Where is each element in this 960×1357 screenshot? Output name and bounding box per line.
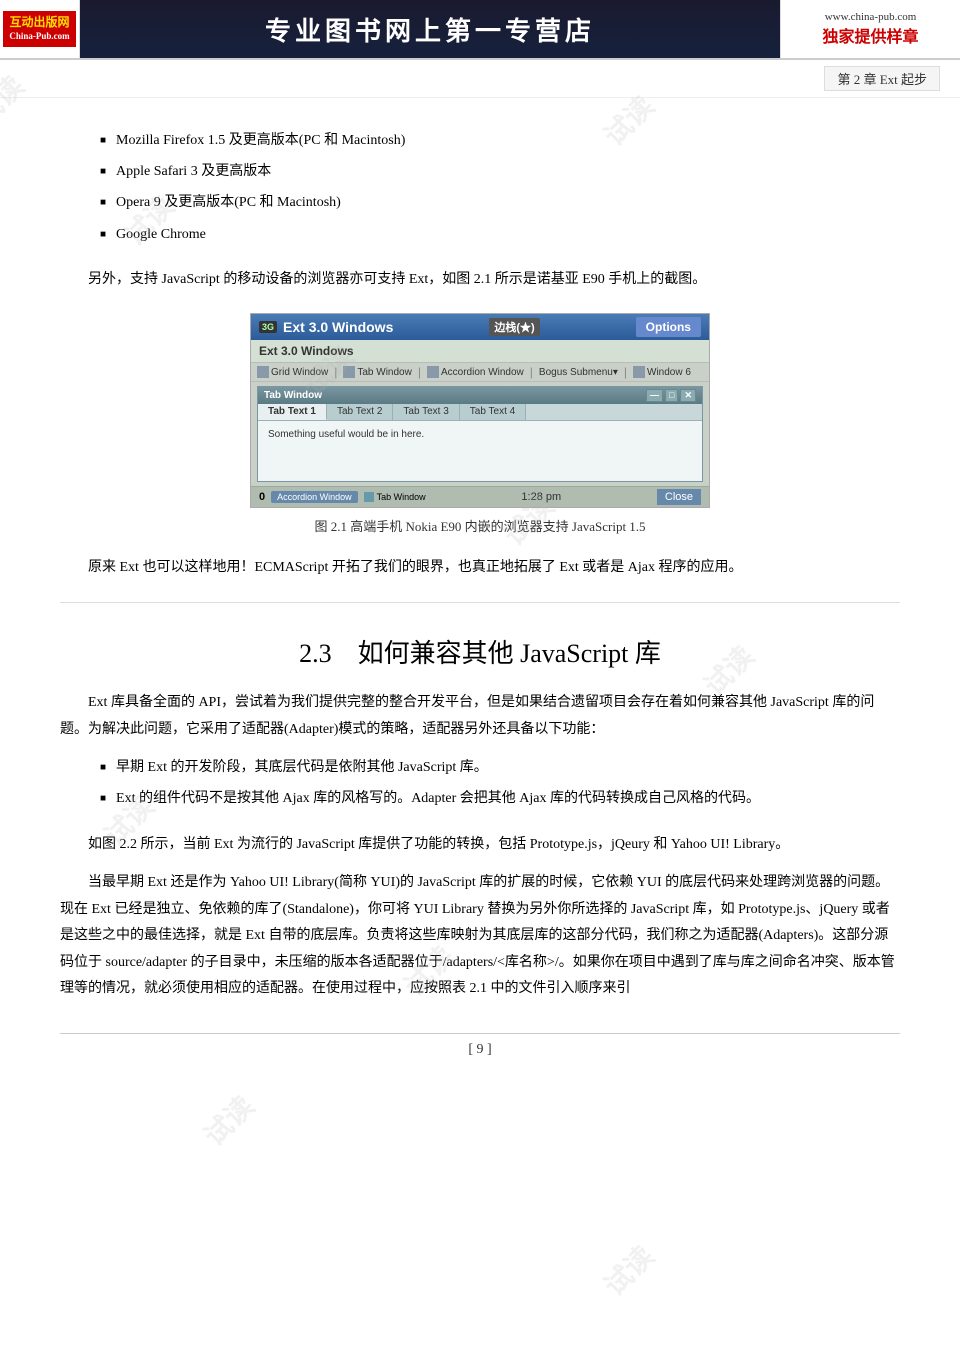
- header-title-text: 专业图书网上第一专营店: [265, 11, 595, 48]
- ss-accordion-btn: Accordion Window: [271, 491, 358, 503]
- ss-tabwin-controls: — □ ✕: [646, 389, 696, 402]
- ss-signal: 边栈(★): [489, 318, 539, 336]
- adapter-list: 早期 Ext 的开发阶段，其底层代码是依附其他 JavaScript 库。 Ex…: [100, 755, 900, 811]
- ss-time: 1:28 pm: [521, 491, 561, 503]
- ss-tabs: Tab Text 1 Tab Text 2 Tab Text 3 Tab Tex…: [258, 404, 702, 421]
- ss-titlebar: 3G Ext 3.0 Windows 边栈(★) Options: [251, 314, 709, 340]
- figure-caption: 图 2.1 高端手机 Nokia E90 内嵌的浏览器支持 JavaScript…: [314, 516, 645, 535]
- ss-menubar: Grid Window | Tab Window | Accordion Win…: [251, 363, 709, 382]
- paragraph-2: 原来 Ext 也可以这样地用！ECMAScript 开拓了我们的眼界，也真正地拓…: [60, 555, 900, 582]
- page-header: 互动出版网 China-Pub.com 专业图书网上第一专营店 www.chin…: [0, 0, 960, 60]
- paragraph-5: 当最早期 Ext 还是作为 Yahoo UI! Library(简称 YUI)的…: [60, 870, 900, 1003]
- ss-tab-4: Tab Text 4: [460, 404, 526, 420]
- chapter-label: 第 2 章 Ext 起步: [824, 66, 940, 91]
- window6-icon: [633, 366, 645, 378]
- screenshot-box: 3G Ext 3.0 Windows 边栈(★) Options Ext 3.0…: [250, 313, 710, 508]
- ss-menu-tab: Tab Window: [343, 366, 411, 378]
- paragraph-4: 如图 2.2 所示，当前 Ext 为流行的 JavaScript 库提供了功能的…: [60, 832, 900, 859]
- paragraph-3: Ext 库具备全面的 API，尝试着为我们提供完整的整合开发平台，但是如果结合遗…: [60, 690, 900, 743]
- ss-bottom-bar: 0 Accordion Window Tab Window 1:28 pm Cl…: [251, 486, 709, 507]
- header-right-area: www.china-pub.com 独家提供样章: [780, 0, 960, 58]
- list-item: Google Chrome: [100, 222, 900, 247]
- ss-tab-3: Tab Text 3: [393, 404, 459, 420]
- section-divider: [60, 602, 900, 603]
- list-item: Ext 的组件代码不是按其他 Ajax 库的风格写的。Adapter 会把其他 …: [100, 786, 900, 811]
- ss-tab-2: Tab Text 2: [327, 404, 393, 420]
- browser-list: Mozilla Firefox 1.5 及更高版本(PC 和 Macintosh…: [100, 128, 900, 247]
- ss-close-btn: Close: [657, 489, 701, 505]
- ss-menu-window6: Window 6: [633, 366, 691, 378]
- logo-top-text: 互动出版网: [9, 15, 69, 31]
- section-number: 2.3: [299, 639, 332, 668]
- tab-icon: [343, 366, 355, 378]
- watermark-text-10: 试读: [594, 1236, 662, 1304]
- page-number: [ 9 ]: [60, 1033, 900, 1058]
- accordion-icon: [427, 366, 439, 378]
- ss-3g-badge: 3G: [259, 321, 277, 333]
- list-item: Opera 9 及更高版本(PC 和 Macintosh): [100, 190, 900, 215]
- chapter-bar: 第 2 章 Ext 起步: [0, 60, 960, 98]
- ss-titlebar-title: Ext 3.0 Windows: [283, 319, 393, 335]
- logo-box: 互动出版网 China-Pub.com: [3, 11, 75, 46]
- list-item: Apple Safari 3 及更高版本: [100, 159, 900, 184]
- ss-tab-1: Tab Text 1: [258, 404, 327, 420]
- ss-menu-accordion: Accordion Window: [427, 366, 524, 378]
- ss-menu-grid: Grid Window: [257, 366, 328, 378]
- ss-tabwin: Tab Window — □ ✕ Tab Text 1 Tab Text 2 T…: [257, 386, 703, 482]
- tabwin-small-icon: [364, 492, 374, 502]
- section-heading: 2.3 如何兼容其他 JavaScript 库: [60, 633, 900, 670]
- header-slogan: 独家提供样章: [822, 23, 918, 47]
- ss-menu-bogus: Bogus Submenu▾: [539, 367, 618, 378]
- figure-container: 3G Ext 3.0 Windows 边栈(★) Options Ext 3.0…: [250, 313, 710, 535]
- grid-icon: [257, 366, 269, 378]
- ss-tabwin-btn: Tab Window: [364, 492, 426, 502]
- paragraph-1: 另外，支持 JavaScript 的移动设备的浏览器亦可支持 Ext，如图 2.…: [60, 267, 900, 294]
- ss-tabwin-content: Something useful would be in here.: [258, 421, 702, 481]
- section-title: 如何兼容其他 JavaScript 库: [358, 639, 661, 668]
- ss-zero: 0: [259, 491, 265, 503]
- ss-options: Options: [636, 317, 701, 337]
- main-content: Mozilla Firefox 1.5 及更高版本(PC 和 Macintosh…: [0, 98, 960, 1088]
- ss-ext-bar: Ext 3.0 Windows: [251, 340, 709, 363]
- watermark-text-9: 试读: [194, 1086, 262, 1154]
- list-item: 早期 Ext 的开发阶段，其底层代码是依附其他 JavaScript 库。: [100, 755, 900, 780]
- logo-area: 互动出版网 China-Pub.com: [0, 0, 80, 58]
- header-title-area: 专业图书网上第一专营店: [80, 0, 780, 58]
- logo-bottom-text: China-Pub.com: [9, 31, 69, 43]
- list-item: Mozilla Firefox 1.5 及更高版本(PC 和 Macintosh…: [100, 128, 900, 153]
- ss-titlebar-left: 3G Ext 3.0 Windows: [259, 319, 393, 335]
- header-url: www.china-pub.com: [825, 11, 917, 23]
- ss-tabwin-titlebar: Tab Window — □ ✕: [258, 387, 702, 404]
